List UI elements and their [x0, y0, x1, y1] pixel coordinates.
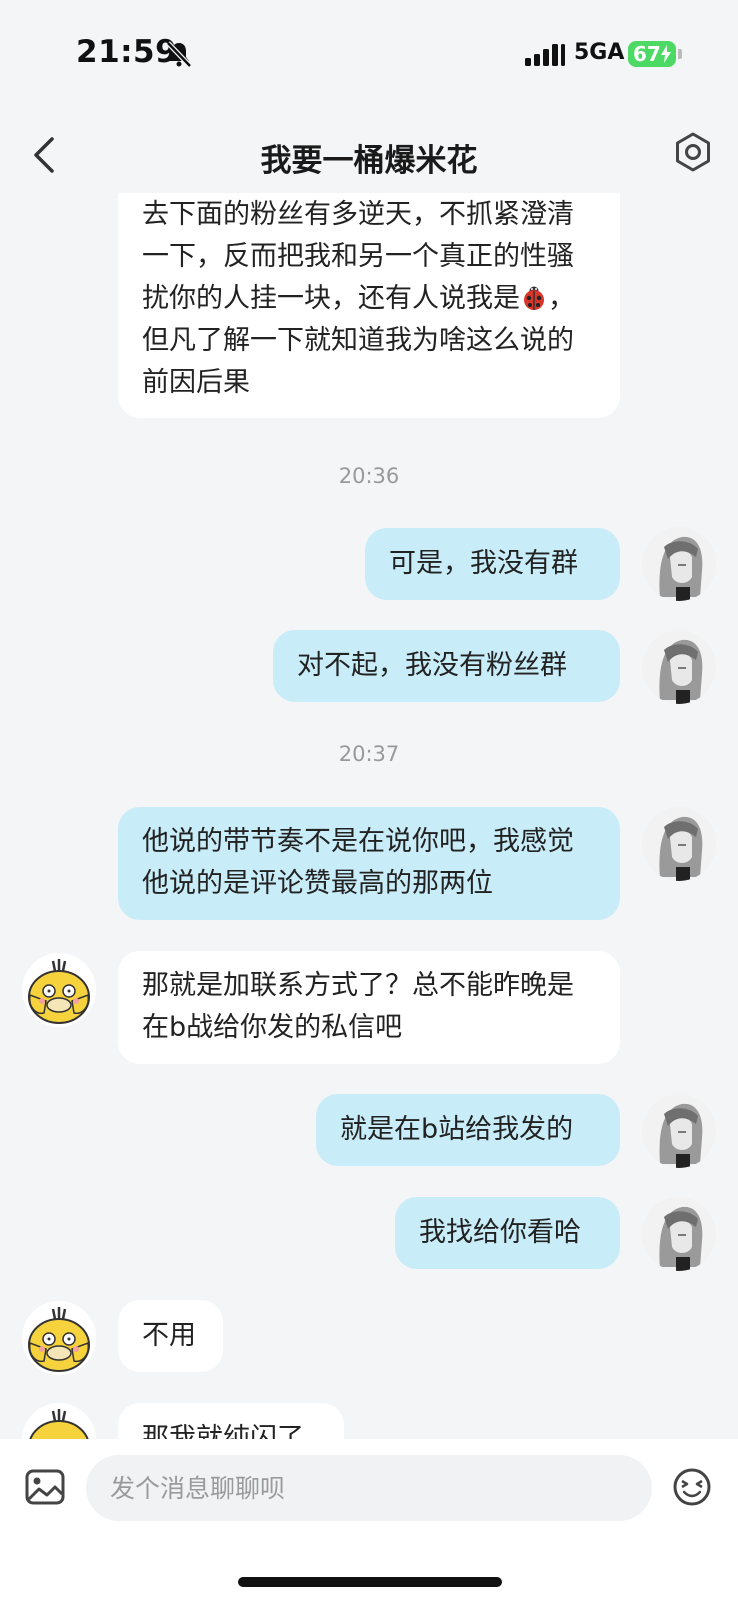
- signal-icon: [525, 44, 565, 66]
- avatar[interactable]: [642, 1094, 716, 1168]
- message-bubble-incoming[interactable]: 不用: [118, 1300, 223, 1372]
- message-bubble-outgoing[interactable]: 我找给你看哈: [395, 1197, 620, 1269]
- message-bubble-outgoing[interactable]: 他说的带节奏不是在说你吧，我感觉他说的是评论赞最高的那两位: [118, 807, 620, 920]
- battery-nub: [678, 49, 682, 59]
- message-bubble-outgoing[interactable]: 可是，我没有群: [365, 528, 620, 600]
- psyduck-avatar-image: [22, 1301, 96, 1375]
- clock-time: 21:59: [76, 34, 178, 70]
- user-avatar-image: [642, 630, 716, 704]
- psyduck-avatar-image: [22, 953, 96, 1027]
- emoji-icon[interactable]: [672, 1467, 712, 1507]
- avatar[interactable]: [642, 1197, 716, 1271]
- ladybug-emoji: [524, 286, 544, 310]
- user-avatar-image: [642, 1197, 716, 1271]
- chat-header: 我要一桶爆米花: [0, 115, 738, 195]
- avatar[interactable]: [22, 1403, 96, 1439]
- message-bubble-outgoing[interactable]: 对不起，我没有粉丝群: [273, 630, 620, 702]
- message-bubble-incoming[interactable]: 那就是加联系方式了？总不能昨晚是在b战给你发的私信吧: [118, 951, 620, 1064]
- message-bubble-incoming[interactable]: 那我就纯闪了: [118, 1403, 344, 1439]
- message-input-bar: [0, 1439, 738, 1600]
- battery-level: 67: [633, 42, 661, 66]
- avatar[interactable]: [22, 953, 96, 1027]
- user-avatar-image: [642, 807, 716, 881]
- message-input[interactable]: [86, 1455, 652, 1521]
- message-bubble-outgoing[interactable]: 就是在b站给我发的: [316, 1094, 620, 1166]
- home-indicator[interactable]: [238, 1577, 502, 1587]
- settings-icon[interactable]: [672, 131, 714, 173]
- chat-title: 我要一桶爆米花: [260, 143, 478, 179]
- user-avatar-image: [642, 527, 716, 601]
- message-bubble-incoming[interactable]: 去下面的粉丝有多逆天，不抓紧澄清一下，反而把我和另一个真正的性骚扰你的人挂一块，…: [118, 193, 620, 418]
- psyduck-avatar-image: [22, 1403, 96, 1439]
- network-type: 5GA: [574, 40, 625, 65]
- user-avatar-image: [642, 1094, 716, 1168]
- status-bar: 21:59 5GA 67: [0, 0, 738, 110]
- avatar[interactable]: [642, 807, 716, 881]
- avatar[interactable]: [642, 527, 716, 601]
- battery-charging-icon: 67: [628, 41, 676, 67]
- avatar[interactable]: [642, 630, 716, 704]
- timestamp: 20:37: [338, 742, 400, 766]
- image-icon[interactable]: [25, 1469, 65, 1507]
- bell-muted-icon: [166, 41, 192, 68]
- timestamp: 20:36: [338, 464, 400, 488]
- avatar[interactable]: [22, 1301, 96, 1375]
- bolt-icon: [661, 45, 671, 63]
- chat-message-list[interactable]: 去下面的粉丝有多逆天，不抓紧澄清一下，反而把我和另一个真正的性骚扰你的人挂一块，…: [0, 193, 738, 1439]
